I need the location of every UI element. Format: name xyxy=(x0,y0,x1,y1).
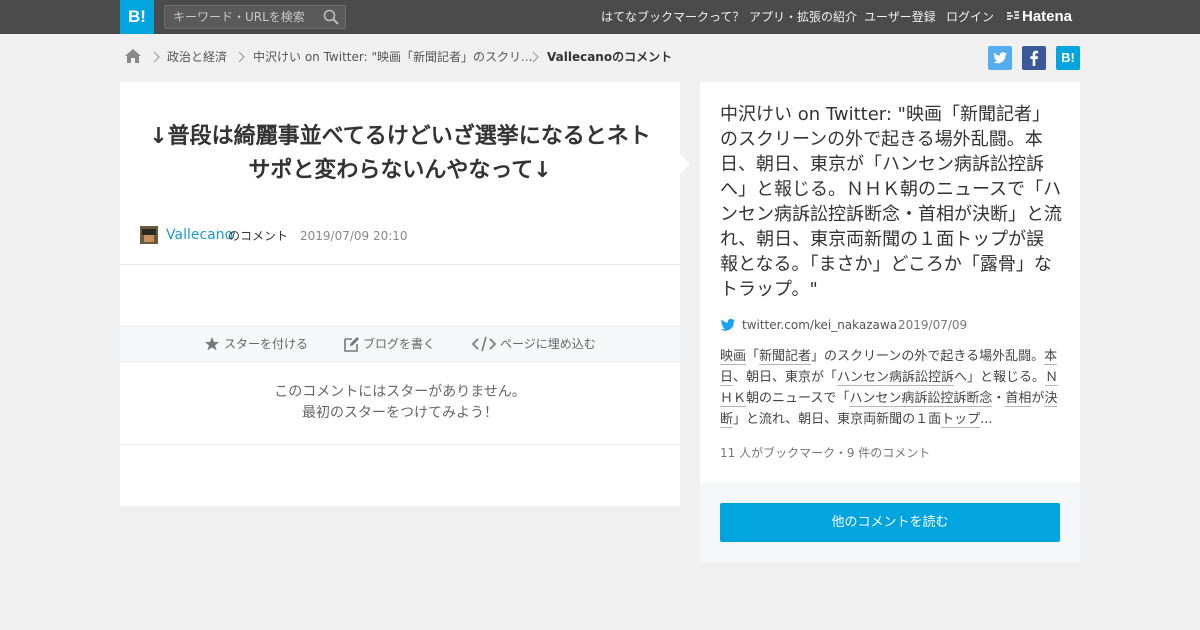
summary-text: ・ xyxy=(992,391,1006,406)
keyword-link[interactable]: 首相 xyxy=(1005,391,1032,407)
nav-apps[interactable]: アプリ・拡張の紹介 xyxy=(749,0,857,34)
twitter-icon xyxy=(720,318,736,331)
breadcrumb-entry[interactable]: 中沢けい on Twitter: "映画「新聞記者」のスクリ... xyxy=(253,46,532,68)
no-star-line: このコメントにはスターがありません。 xyxy=(274,384,526,400)
code-icon xyxy=(472,336,496,352)
hatena-mark-icon xyxy=(1007,11,1019,20)
search-icon[interactable] xyxy=(323,9,339,25)
hatena-bookmark-logo[interactable]: B! xyxy=(120,0,154,34)
keyword-link[interactable]: ハンセン病訴訟控訴 xyxy=(837,370,955,386)
entry-title[interactable]: 中沢けい on Twitter: "映画「新聞記者」のスクリーンの外で起きる場外… xyxy=(720,102,1062,302)
entry-domain[interactable]: twitter.com/kei_nakazawa xyxy=(742,316,897,334)
comment-text: ↓普段は綺麗事並べてるけどいざ選挙になるとネトサポと変わらないんやなって↓ xyxy=(149,124,651,183)
share-facebook-button[interactable] xyxy=(1022,46,1046,70)
summary-text: が xyxy=(1031,391,1045,406)
add-star-label: スターを付ける xyxy=(224,337,309,351)
summary-text: 」と流れ、朝日、東京両新聞の１面 xyxy=(733,412,942,427)
card-pointer xyxy=(680,154,690,174)
home-icon[interactable] xyxy=(124,48,142,64)
share-hatena-button[interactable]: B! xyxy=(1056,46,1080,70)
chevron-right-icon xyxy=(238,51,245,63)
keyword-link[interactable]: 映画 xyxy=(720,349,747,365)
comment-card: ↓普段は綺麗事並べてるけどいざ選挙になるとネトサポと変わらないんやなって↓ Va… xyxy=(120,82,690,506)
chevron-right-icon xyxy=(532,51,539,63)
avatar[interactable] xyxy=(140,226,158,244)
keyword-link[interactable]: 新聞記者 xyxy=(759,349,812,365)
share-twitter-button[interactable] xyxy=(988,46,1012,70)
nav-login[interactable]: ログイン xyxy=(946,0,994,34)
no-star-line: 最初のスターをつけてみよう！ xyxy=(302,405,498,421)
top-bar: B! はてなブックマークって？ アプリ・拡張の紹介 ユーザー登録 ログイン Ha… xyxy=(0,0,1200,34)
star-icon xyxy=(205,337,219,351)
entry-summary-card: 中沢けい on Twitter: "映画「新聞記者」のスクリーンの外で起きる場外… xyxy=(700,82,1080,482)
comment-actions: スターを付ける ブログを書く ページに埋め込む xyxy=(120,326,680,362)
divider xyxy=(120,444,680,445)
summary-text: へ」と報じる。 xyxy=(954,370,1046,385)
facebook-icon xyxy=(1030,50,1038,66)
summary-text: 、朝日、東京が「 xyxy=(733,370,838,385)
entry-date: 2019/07/09 xyxy=(898,318,968,332)
summary-text: ... xyxy=(980,412,993,427)
hatena-brand-label: Hatena xyxy=(1022,8,1073,25)
edit-icon xyxy=(344,337,359,352)
comment-date[interactable]: 2019/07/09 20:10 xyxy=(300,226,408,246)
hatena-brand[interactable]: Hatena xyxy=(1006,0,1072,34)
search-input[interactable] xyxy=(165,6,315,28)
nav-signup[interactable]: ユーザー登録 xyxy=(864,0,936,34)
bookmark-counts[interactable]: 11 人がブックマーク・9 件のコメント xyxy=(720,444,930,461)
read-more-comments-button[interactable]: 他のコメントを読む xyxy=(720,503,1060,542)
summary-text: 「 xyxy=(746,349,760,364)
no-star-message: このコメントにはスターがありません。 最初のスターをつけてみよう！ xyxy=(120,382,680,424)
search-box xyxy=(164,5,346,29)
keyword-link[interactable]: トップ xyxy=(941,412,981,428)
nav-about[interactable]: はてなブックマークって？ xyxy=(601,0,744,34)
breadcrumb-current: Vallecanoのコメント xyxy=(547,50,673,64)
entry-panel: 中沢けい on Twitter: "映画「新聞記者」のスクリーンの外で起きる場外… xyxy=(700,82,1080,562)
entry-summary: 映画「新聞記者」のスクリーンの外で起きる場外乱闘。本日、朝日、東京が「ハンセン病… xyxy=(720,346,1060,430)
summary-text: 朝のニュースで「 xyxy=(746,391,850,406)
twitter-icon xyxy=(993,52,1007,64)
summary-text: 」のスクリーンの外で起きる場外乱闘。 xyxy=(811,349,1045,364)
write-blog-label: ブログを書く xyxy=(363,337,436,351)
user-suffix: のコメント xyxy=(228,229,289,243)
user-link[interactable]: Vallecano xyxy=(166,225,233,245)
breadcrumb-category[interactable]: 政治と経済 xyxy=(167,46,227,68)
embed-label: ページに埋め込む xyxy=(500,337,596,351)
divider xyxy=(120,264,680,265)
keyword-link[interactable]: ハンセン病訴訟控訴断念 xyxy=(849,391,993,407)
chevron-right-icon xyxy=(153,51,160,63)
